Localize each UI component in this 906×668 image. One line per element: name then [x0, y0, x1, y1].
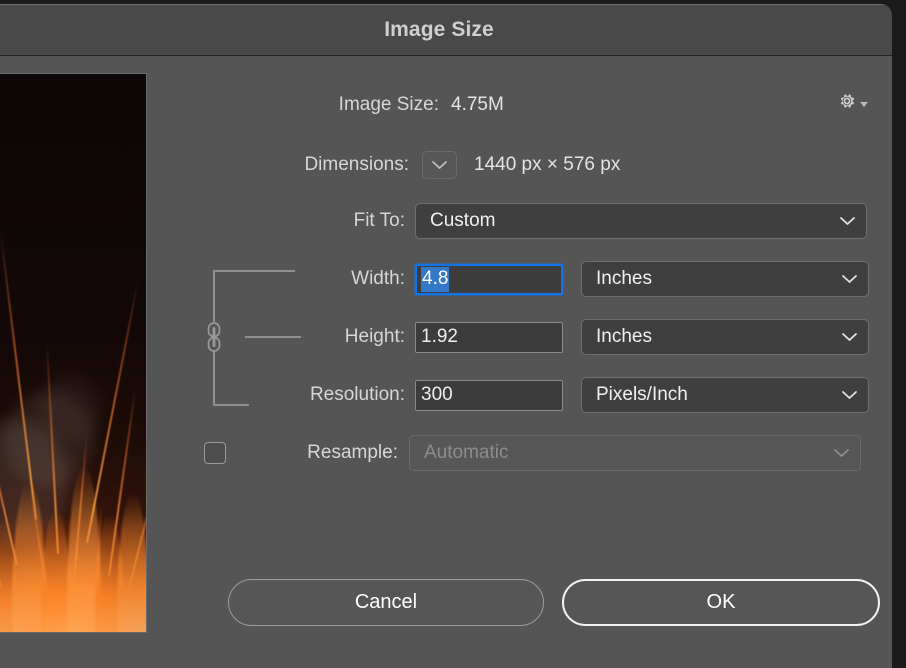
dimensions-label: Dimensions:	[304, 154, 409, 175]
resample-method-value: Automatic	[424, 442, 509, 463]
triangle-down-icon	[860, 101, 868, 107]
resample-label: Resample:	[307, 442, 398, 463]
resample-row: Resample: Automatic	[161, 435, 869, 471]
height-unit-value: Inches	[596, 326, 652, 347]
dimensions-value: 1440 px × 576 px	[474, 154, 621, 175]
screenshot-root: Image Size Image Size: 4.75M Dimensions:…	[0, 0, 906, 668]
bracket-line	[213, 270, 215, 322]
preview-flames	[0, 74, 146, 632]
width-value: 4.8	[421, 266, 450, 292]
resolution-value: 300	[421, 384, 453, 405]
width-input[interactable]: 4.8	[415, 263, 563, 295]
image-size-label: Image Size:	[338, 94, 439, 115]
settings-gear-button[interactable]	[837, 91, 868, 111]
chevron-down-icon	[840, 217, 855, 225]
resolution-input[interactable]: 300	[415, 379, 563, 411]
chevron-down-icon	[842, 333, 857, 341]
width-unit-value: Inches	[596, 268, 652, 289]
image-preview	[0, 73, 147, 633]
resolution-unit-select[interactable]: Pixels/Inch	[581, 377, 869, 413]
cancel-button-label: Cancel	[354, 591, 418, 613]
image-size-dialog: Image Size Image Size: 4.75M Dimensions:…	[0, 4, 892, 668]
height-value: 1.92	[421, 326, 458, 347]
dimensions-disclosure-button[interactable]	[422, 151, 457, 179]
dialog-title: Image Size	[384, 18, 494, 41]
chevron-down-icon	[842, 275, 857, 283]
gear-icon	[840, 94, 855, 108]
dimensions-row: Dimensions: 1440 px × 576 px	[161, 148, 801, 182]
chevron-down-icon	[842, 391, 857, 399]
fit-to-label: Fit To:	[353, 210, 405, 231]
fit-to-row: Fit To: Custom	[161, 203, 869, 239]
chain-link-icon[interactable]	[202, 321, 226, 353]
bracket-line	[213, 404, 249, 406]
fit-to-value: Custom	[430, 210, 496, 231]
bracket-line	[213, 270, 295, 272]
bracket-line	[213, 351, 215, 406]
chevron-down-icon	[432, 161, 447, 169]
width-unit-select[interactable]: Inches	[581, 261, 869, 297]
resample-checkbox[interactable]	[204, 442, 226, 464]
ok-button[interactable]: OK	[562, 579, 880, 626]
height-input[interactable]: 1.92	[415, 321, 563, 353]
dialog-titlebar: Image Size	[0, 4, 892, 56]
ok-button-label: OK	[706, 591, 736, 613]
fit-to-select[interactable]: Custom	[415, 203, 867, 239]
flame-glow	[0, 520, 146, 632]
chevron-down-icon	[834, 449, 849, 457]
image-size-row: Image Size: 4.75M	[161, 88, 781, 122]
cancel-button[interactable]: Cancel	[228, 579, 544, 626]
image-size-value: 4.75M	[451, 94, 504, 115]
resample-method-select[interactable]: Automatic	[409, 435, 861, 471]
dimension-link-bracket	[207, 263, 333, 408]
bracket-line	[245, 336, 301, 338]
resolution-unit-value: Pixels/Inch	[596, 384, 688, 405]
height-unit-select[interactable]: Inches	[581, 319, 869, 355]
